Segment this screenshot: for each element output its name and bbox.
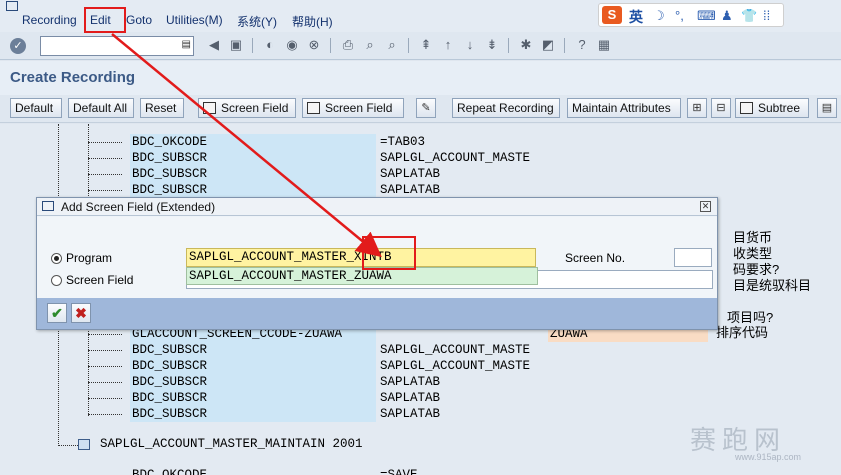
annotation-arrow: [111, 33, 382, 258]
arrow-line: [111, 33, 382, 258]
watermark-url: www.915ap.com: [735, 452, 802, 462]
